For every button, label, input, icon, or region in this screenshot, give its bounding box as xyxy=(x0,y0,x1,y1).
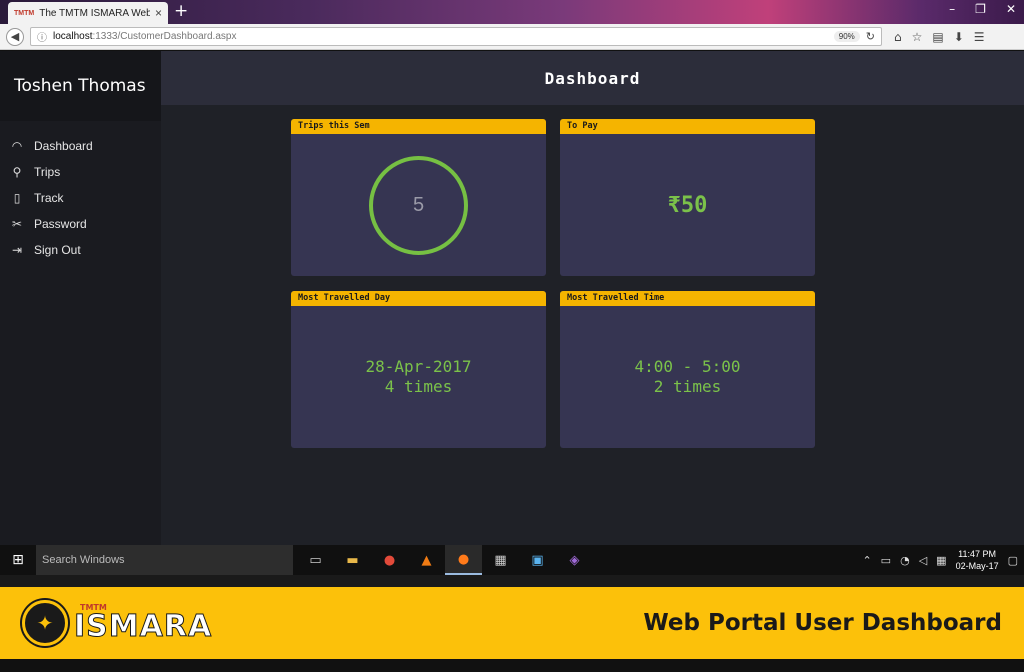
sign-out-icon: ⇥ xyxy=(11,243,23,257)
card-body: 28-Apr-2017 4 times xyxy=(291,306,546,448)
volume-icon[interactable]: ◁ xyxy=(919,554,927,567)
bookmarks-list-icon[interactable]: ▤ xyxy=(932,30,943,44)
info-icon[interactable]: ⓘ xyxy=(37,29,47,44)
new-tab-button[interactable]: + xyxy=(174,2,188,20)
site-favicon-icon: TMTM xyxy=(14,9,35,17)
sidebar-menu: ◠ Dashboard ⚲ Trips ▯ Track ✂ Password ⇥… xyxy=(0,133,161,263)
windows-start-icon[interactable]: ⊞ xyxy=(0,545,36,575)
trips-card: Trips this Sem 5 xyxy=(291,119,546,276)
browser-toolbar-icons: ⌂ ☆ ▤ ⬇ ☰ xyxy=(894,30,985,44)
divider-strip xyxy=(0,575,1024,587)
card-title: Most Travelled Time xyxy=(560,291,815,306)
sidebar-item-track[interactable]: ▯ Track xyxy=(0,185,161,211)
download-icon[interactable]: ⬇ xyxy=(954,30,964,44)
sidebar-item-password[interactable]: ✂ Password xyxy=(0,211,161,237)
sidebar: Toshen Thomas ◠ Dashboard ⚲ Trips ▯ Trac… xyxy=(0,51,161,545)
sidebar-item-trips[interactable]: ⚲ Trips xyxy=(0,159,161,185)
tools-icon: ✂ xyxy=(11,217,23,231)
banner-caption: Web Portal User Dashboard xyxy=(643,610,1002,636)
to-pay-card: To Pay ₹50 xyxy=(560,119,815,276)
main-content: Dashboard Trips this Sem 5 To Pay ₹50 Mo… xyxy=(161,51,1024,545)
window-controls: – ❐ ✕ xyxy=(949,2,1016,16)
most-travelled-time-count: 2 times xyxy=(653,377,722,396)
reload-icon[interactable]: ↻ xyxy=(866,30,875,43)
wifi-icon[interactable]: ◔ xyxy=(900,554,910,567)
card-title: To Pay xyxy=(560,119,815,134)
most-travelled-date: 28-Apr-2017 xyxy=(365,357,472,376)
task-view-icon[interactable]: ▭ xyxy=(297,545,334,575)
bottom-strip xyxy=(0,659,1024,672)
trips-count: 5 xyxy=(412,193,425,216)
card-body: ₹50 xyxy=(560,134,815,276)
vlc-icon[interactable]: ▲ xyxy=(408,545,445,575)
windows-taskbar: ⊞ Search Windows ▭ ▬ ● ▲ ● ▦ ▣ ◈ ⌃ ▭ ◔ ◁… xyxy=(0,545,1024,575)
chrome-icon[interactable]: ● xyxy=(371,545,408,575)
logo-word: ISMARA xyxy=(73,609,213,644)
firefox-icon[interactable]: ● xyxy=(445,545,482,575)
url-text: localhost:1333/CustomerDashboard.aspx xyxy=(53,31,237,42)
caption-banner: ✦ TMTM ISMARA Web Portal User Dashboard xyxy=(0,587,1024,659)
gauge-icon: ◠ xyxy=(11,139,23,153)
most-travelled-day-count: 4 times xyxy=(384,377,453,396)
browser-tab[interactable]: TMTM The TMTM ISMARA Website × xyxy=(8,2,168,24)
logo-text: TMTM ISMARA xyxy=(73,604,213,644)
sidebar-item-label: Track xyxy=(34,191,64,205)
trips-count-ring: 5 xyxy=(369,155,468,255)
clock-time: 11:47 PM xyxy=(958,549,996,559)
system-tray: ⌃ ▭ ◔ ◁ ▦ 11:47 PM 02-May-17 ▢ xyxy=(862,548,1024,572)
tab-title: The TMTM ISMARA Website xyxy=(39,7,150,19)
sidebar-item-label: Trips xyxy=(34,165,61,179)
address-bar[interactable]: ⓘ localhost:1333/CustomerDashboard.aspx … xyxy=(30,27,882,46)
file-explorer-icon[interactable]: ▬ xyxy=(334,545,371,575)
sidebar-item-label: Dashboard xyxy=(34,139,93,153)
restore-icon[interactable]: ❐ xyxy=(975,2,986,16)
card-title: Most Travelled Day xyxy=(291,291,546,306)
sidebar-item-sign-out[interactable]: ⇥ Sign Out xyxy=(0,237,161,263)
taskbar-search-input[interactable]: Search Windows xyxy=(36,545,293,575)
browser-titlebar: TMTM The TMTM ISMARA Website × + – ❐ ✕ xyxy=(0,0,1024,24)
browser-navbar: ◀ ⓘ localhost:1333/CustomerDashboard.asp… xyxy=(0,24,1024,50)
most-travelled-day-card: Most Travelled Day 28-Apr-2017 4 times xyxy=(291,291,546,448)
keyboard-icon[interactable]: ▦ xyxy=(936,554,946,567)
back-icon[interactable]: ◀ xyxy=(6,27,24,46)
user-name: Toshen Thomas xyxy=(0,51,161,121)
card-body: 5 xyxy=(291,134,546,276)
minimize-icon[interactable]: – xyxy=(949,2,955,16)
map-pin-icon: ⚲ xyxy=(12,165,22,179)
sidebar-item-dashboard[interactable]: ◠ Dashboard xyxy=(0,133,161,159)
taskbar-clock[interactable]: 11:47 PM 02-May-17 xyxy=(956,548,999,572)
battery-icon[interactable]: ▭ xyxy=(881,554,891,567)
amount-due: ₹50 xyxy=(667,192,708,218)
chevron-up-icon[interactable]: ⌃ xyxy=(862,554,871,567)
close-window-icon[interactable]: ✕ xyxy=(1006,2,1016,16)
zoom-badge[interactable]: 90% xyxy=(833,31,860,42)
visual-studio-icon[interactable]: ◈ xyxy=(556,545,593,575)
sidebar-item-label: Sign Out xyxy=(34,243,81,257)
ismara-logo-icon: ✦ xyxy=(22,600,68,646)
most-travelled-time-range: 4:00 - 5:00 xyxy=(634,357,741,376)
home-icon[interactable]: ⌂ xyxy=(894,30,902,44)
mobile-icon: ▯ xyxy=(13,191,21,205)
app-window: Toshen Thomas ◠ Dashboard ⚲ Trips ▯ Trac… xyxy=(0,51,1024,545)
tab-close-icon[interactable]: × xyxy=(155,6,162,20)
card-title: Trips this Sem xyxy=(291,119,546,134)
most-travelled-time-card: Most Travelled Time 4:00 - 5:00 2 times xyxy=(560,291,815,448)
page-title: Dashboard xyxy=(161,51,1024,105)
menu-icon[interactable]: ☰ xyxy=(974,30,985,44)
calculator-icon[interactable]: ▦ xyxy=(482,545,519,575)
notifications-icon[interactable]: ▢ xyxy=(1008,554,1018,567)
bookmark-star-icon[interactable]: ☆ xyxy=(912,30,923,44)
sidebar-item-label: Password xyxy=(34,217,87,231)
card-body: 4:00 - 5:00 2 times xyxy=(560,306,815,448)
clock-date: 02-May-17 xyxy=(955,561,999,571)
taskbar-apps: ▭ ▬ ● ▲ ● ▦ ▣ ◈ xyxy=(297,545,593,575)
photoshop-icon[interactable]: ▣ xyxy=(519,545,556,575)
